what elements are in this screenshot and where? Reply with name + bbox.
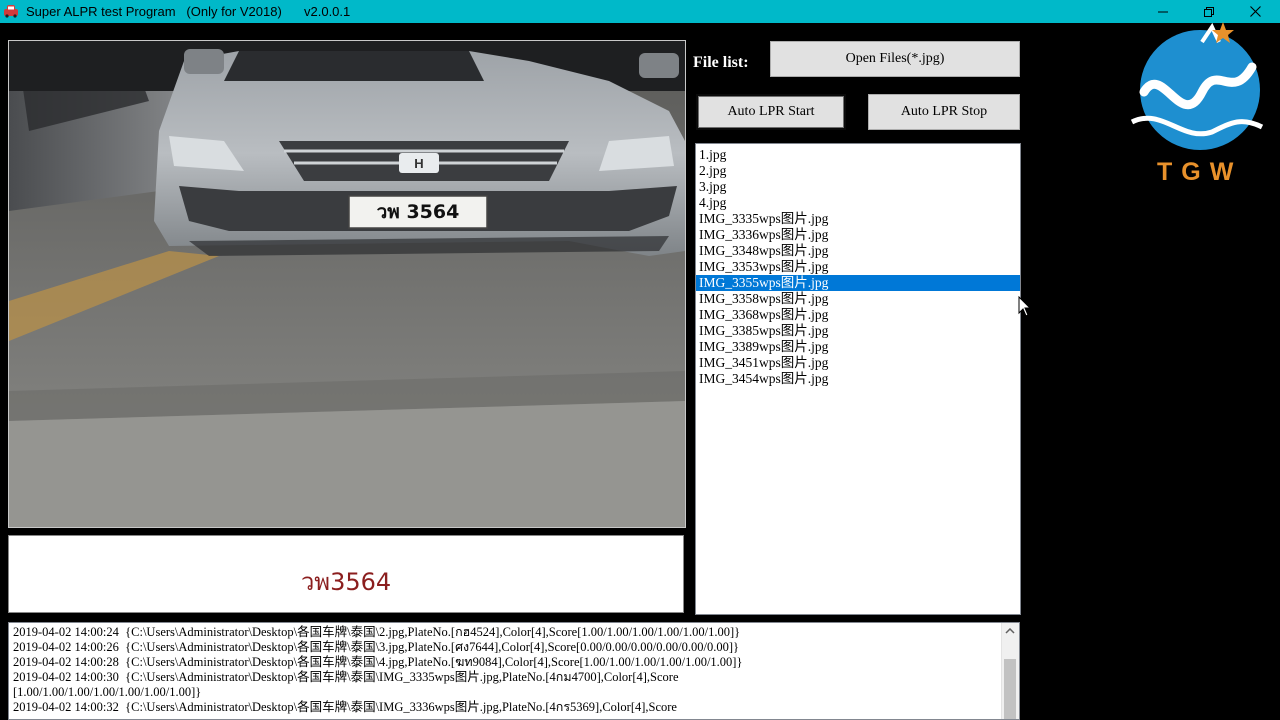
auto-lpr-start-button[interactable]: Auto LPR Start [696,94,846,130]
close-icon [1249,6,1261,17]
file-list-item[interactable]: 4.jpg [696,195,1020,211]
file-list-item[interactable]: 1.jpg [696,147,1020,163]
auto-lpr-stop-button[interactable]: Auto LPR Stop [868,94,1020,130]
file-list-item[interactable]: IMG_3368wps图片.jpg [696,307,1020,323]
app-car-icon [4,5,18,18]
log-line: 2019-04-02 14:00:30 {C:\Users\Administra… [13,670,679,684]
mouse-cursor-icon [1018,296,1032,317]
file-list-item[interactable]: IMG_3358wps图片.jpg [696,291,1020,307]
open-files-button[interactable]: Open Files(*.jpg) [770,41,1020,77]
recognition-result-panel: วพ3564 [8,535,684,613]
title-bar: Super ALPR test Program (Only for V2018)… [0,0,1280,23]
logo-text: TGW [1157,158,1243,186]
file-list-item[interactable]: IMG_3451wps图片.jpg [696,355,1020,371]
window-version: v2.0.0.1 [304,4,351,19]
log-text: 2019-04-02 14:00:24 {C:\Users\Administra… [13,625,1003,715]
file-list-item[interactable]: IMG_3389wps图片.jpg [696,339,1020,355]
log-line: 2019-04-02 14:00:32 {C:\Users\Administra… [13,700,677,714]
file-list-item[interactable]: 2.jpg [696,163,1020,179]
log-panel[interactable]: 2019-04-02 14:00:24 {C:\Users\Administra… [8,622,1020,720]
file-list-item[interactable]: IMG_3335wps图片.jpg [696,211,1020,227]
svg-text:H: H [414,156,423,171]
close-button[interactable] [1232,0,1278,23]
vehicle-image: H วพ 3564 [8,40,686,528]
log-line: 2019-04-02 14:00:24 {C:\Users\Administra… [13,625,741,639]
minimize-icon [1158,11,1168,12]
file-list-item[interactable]: IMG_3385wps图片.jpg [696,323,1020,339]
log-scrollbar[interactable] [1001,623,1019,719]
log-line: 2019-04-02 14:00:28 {C:\Users\Administra… [13,655,743,669]
file-list-item[interactable]: 3.jpg [696,179,1020,195]
restore-button[interactable] [1186,0,1232,23]
file-list-label: File list: [693,54,749,71]
scroll-up-icon[interactable] [1005,628,1015,634]
window-title: Super ALPR test Program (Only for V2018) [26,4,282,19]
file-list[interactable]: 1.jpg 2.jpg 3.jpg 4.jpg IMG_3335wps图片.jpg IMG… [695,143,1021,615]
license-plate-text: วพ 3564 [377,201,460,223]
log-line: [1.00/1.00/1.00/1.00/1.00/1.00/1.00]} [13,685,202,699]
file-list-item[interactable]: IMG_3355wps图片.jpg [696,275,1020,291]
log-line: 2019-04-02 14:00:26 {C:\Users\Administra… [13,640,739,654]
file-list-item[interactable]: IMG_3336wps图片.jpg [696,227,1020,243]
file-list-item[interactable]: IMG_3454wps图片.jpg [696,371,1020,387]
restore-icon [1204,6,1214,17]
scroll-thumb[interactable] [1004,659,1016,719]
file-list-item[interactable]: IMG_3353wps图片.jpg [696,259,1020,275]
minimize-button[interactable] [1140,0,1186,23]
recognized-plate: วพ3564 [300,568,392,596]
file-list-item[interactable]: IMG_3348wps图片.jpg [696,243,1020,259]
